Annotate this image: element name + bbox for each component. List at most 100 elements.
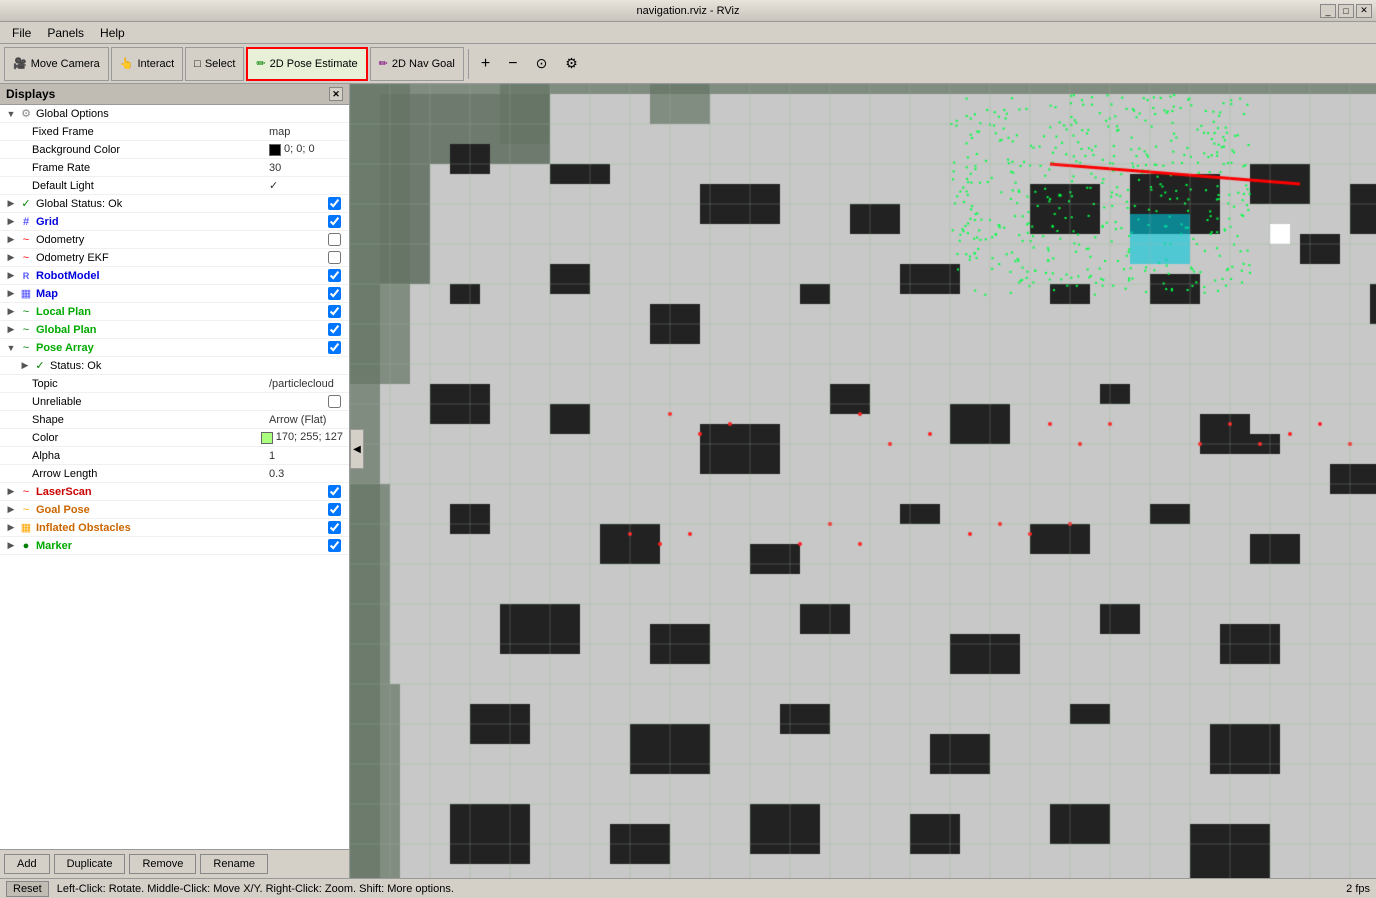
separator [468, 49, 469, 79]
odometry-row[interactable]: ▶ ~ Odometry [0, 231, 349, 249]
odometry-ekf-check[interactable] [319, 251, 349, 264]
reset-button[interactable]: Reset [6, 881, 49, 897]
minimize-button[interactable]: _ [1320, 4, 1336, 18]
nav-goal-button[interactable]: ✏ 2D Nav Goal [370, 47, 464, 81]
add-button[interactable]: Add [4, 854, 50, 874]
displays-close-button[interactable]: ✕ [329, 87, 343, 101]
map-expander[interactable]: ▶ [4, 287, 18, 301]
global-status-row[interactable]: ▶ ✓ Global Status: Ok [0, 195, 349, 213]
displays-tree: ▼ ⚙ Global Options Fixed Frame map Backg… [0, 105, 349, 849]
robot-model-expander[interactable]: ▶ [4, 269, 18, 283]
alpha-row[interactable]: Alpha 1 [0, 447, 349, 465]
topic-value: /particlecloud [269, 378, 349, 390]
goal-pose-expander[interactable]: ▶ [4, 503, 18, 517]
robot-model-check[interactable] [319, 269, 349, 282]
default-light-row[interactable]: Default Light ✓ [0, 177, 349, 195]
global-status-expander[interactable]: ▶ [4, 197, 18, 211]
laser-scan-check[interactable] [319, 485, 349, 498]
marker-row[interactable]: ▶ ● Marker [0, 537, 349, 555]
gear-icon-button[interactable]: ⚙ [557, 47, 586, 81]
maximize-button[interactable]: □ [1338, 4, 1354, 18]
color-row[interactable]: Color 170; 255; 127 [0, 429, 349, 447]
select-button[interactable]: □ Select [185, 47, 244, 81]
pose-status-icon: ✓ [32, 359, 48, 372]
inflated-obstacles-row[interactable]: ▶ ▦ Inflated Obstacles [0, 519, 349, 537]
background-color-row[interactable]: Background Color 0; 0; 0 [0, 141, 349, 159]
pose-array-expander[interactable]: ▼ [4, 341, 18, 355]
default-light-label: Default Light [30, 180, 269, 192]
global-plan-expander[interactable]: ▶ [4, 323, 18, 337]
global-plan-icon: ~ [18, 324, 34, 336]
grid-row[interactable]: ▶ # Grid [0, 213, 349, 231]
pose-status-expander[interactable]: ▶ [18, 359, 32, 373]
arrow-length-row[interactable]: Arrow Length 0.3 [0, 465, 349, 483]
laser-scan-expander[interactable]: ▶ [4, 485, 18, 499]
laser-scan-row[interactable]: ▶ ~ LaserScan [0, 483, 349, 501]
color-label: Color [30, 432, 261, 444]
pose-estimate-icon: ✏ [256, 57, 265, 70]
map-check[interactable] [319, 287, 349, 300]
odometry-ekf-row[interactable]: ▶ ~ Odometry EKF [0, 249, 349, 267]
local-plan-check[interactable] [319, 305, 349, 318]
global-plan-check[interactable] [319, 323, 349, 336]
map-canvas[interactable] [350, 84, 1376, 878]
odometry-expander[interactable]: ▶ [4, 233, 18, 247]
pose-array-label: Pose Array [34, 342, 319, 354]
duplicate-button[interactable]: Duplicate [54, 854, 126, 874]
global-options-row[interactable]: ▼ ⚙ Global Options [0, 105, 349, 123]
frame-rate-row[interactable]: Frame Rate 30 [0, 159, 349, 177]
unreliable-check[interactable] [319, 395, 349, 408]
left-panel: Displays ✕ ▼ ⚙ Global Options Fixed Fram… [0, 84, 350, 878]
close-button[interactable]: ✕ [1356, 4, 1372, 18]
inflated-obstacles-expander[interactable]: ▶ [4, 521, 18, 535]
color-value: 170; 255; 127 [261, 431, 349, 443]
menu-help[interactable]: Help [92, 24, 133, 42]
displays-title: Displays [6, 87, 55, 101]
interact-button[interactable]: 👆 Interact [111, 47, 183, 81]
global-status-label: Global Status: Ok [34, 198, 319, 210]
shape-row[interactable]: Shape Arrow (Flat) [0, 411, 349, 429]
marker-check[interactable] [319, 539, 349, 552]
robot-model-row[interactable]: ▶ R RobotModel [0, 267, 349, 285]
local-plan-label: Local Plan [34, 306, 319, 318]
minus-icon-button[interactable]: − [500, 47, 525, 81]
default-light-value: ✓ [269, 179, 349, 192]
pose-array-row[interactable]: ▼ ~ Pose Array [0, 339, 349, 357]
map-row[interactable]: ▶ ▦ Map [0, 285, 349, 303]
menu-file[interactable]: File [4, 24, 39, 42]
grid-check[interactable] [319, 215, 349, 228]
shape-value: Arrow (Flat) [269, 414, 349, 426]
fixed-frame-row[interactable]: Fixed Frame map [0, 123, 349, 141]
global-options-expander[interactable]: ▼ [4, 107, 18, 121]
local-plan-expander[interactable]: ▶ [4, 305, 18, 319]
alpha-label: Alpha [30, 450, 269, 462]
inflated-obstacles-check[interactable] [319, 521, 349, 534]
unreliable-row[interactable]: Unreliable [0, 393, 349, 411]
global-plan-row[interactable]: ▶ ~ Global Plan [0, 321, 349, 339]
camera-icon: 🎥 [13, 57, 27, 70]
marker-icon: ● [18, 540, 34, 552]
viewport[interactable] [350, 84, 1376, 878]
odometry-check[interactable] [319, 233, 349, 246]
window-controls[interactable]: _ □ ✕ [1320, 4, 1372, 18]
topic-row[interactable]: Topic /particlecloud [0, 375, 349, 393]
panel-collapse-arrow[interactable]: ◀ [350, 429, 364, 469]
marker-expander[interactable]: ▶ [4, 539, 18, 553]
rename-button[interactable]: Rename [200, 854, 268, 874]
add-icon-button[interactable]: + [473, 47, 498, 81]
robot-model-label: RobotModel [34, 270, 319, 282]
pose-status-row[interactable]: ▶ ✓ Status: Ok [0, 357, 349, 375]
target-icon-button[interactable]: ⊙ [528, 47, 556, 81]
pose-array-check[interactable] [319, 341, 349, 354]
move-camera-button[interactable]: 🎥 Move Camera [4, 47, 109, 81]
odometry-ekf-expander[interactable]: ▶ [4, 251, 18, 265]
grid-expander[interactable]: ▶ [4, 215, 18, 229]
menu-panels[interactable]: Panels [39, 24, 92, 42]
pose-estimate-button[interactable]: ✏ 2D Pose Estimate [246, 47, 367, 81]
unreliable-label: Unreliable [30, 396, 319, 408]
local-plan-row[interactable]: ▶ ~ Local Plan [0, 303, 349, 321]
global-status-check[interactable] [319, 197, 349, 210]
goal-pose-row[interactable]: ▶ ~ Goal Pose [0, 501, 349, 519]
goal-pose-check[interactable] [319, 503, 349, 516]
remove-button[interactable]: Remove [129, 854, 196, 874]
